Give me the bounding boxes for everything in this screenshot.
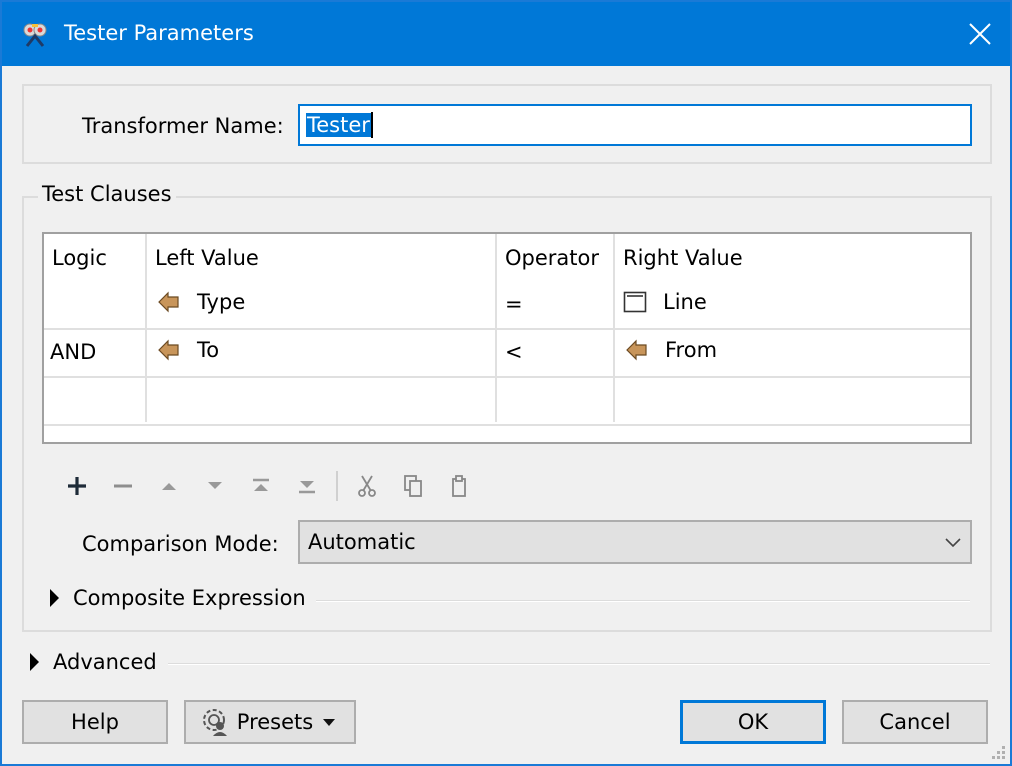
minus-icon xyxy=(114,484,132,488)
expand-triangle-icon xyxy=(30,653,39,671)
table-row-empty[interactable] xyxy=(44,378,970,424)
transformer-name-value: Tester xyxy=(306,113,371,137)
transformer-name-input[interactable]: Tester xyxy=(298,104,972,146)
section-divider xyxy=(168,663,990,665)
header-left-value[interactable]: Left Value xyxy=(155,246,259,270)
close-icon xyxy=(969,23,991,45)
move-to-bottom-icon xyxy=(299,481,315,494)
attribute-icon xyxy=(158,339,179,361)
copy-button[interactable] xyxy=(390,466,436,506)
dropdown-triangle-icon xyxy=(323,719,336,726)
comparison-mode-select[interactable]: Automatic xyxy=(298,520,972,564)
row-2-left-value[interactable]: To xyxy=(157,338,219,362)
row-2-left-text: To xyxy=(197,338,220,362)
row-2-right-text: From xyxy=(665,338,718,362)
add-row-button[interactable] xyxy=(54,466,100,506)
move-down-button[interactable] xyxy=(192,466,238,506)
presets-button-label: Presets xyxy=(236,710,314,734)
cancel-button[interactable]: Cancel xyxy=(842,700,988,744)
help-button[interactable]: Help xyxy=(22,700,168,744)
row-divider xyxy=(44,328,970,330)
ok-button[interactable]: OK xyxy=(680,700,826,744)
row-1-right-text: Line xyxy=(663,290,707,314)
transformer-name-label: Transformer Name: xyxy=(82,114,284,138)
row-1-left-text: Type xyxy=(197,290,246,314)
triangle-down-icon xyxy=(208,482,222,489)
title-bar: Tester Parameters xyxy=(2,2,1010,66)
remove-row-button[interactable] xyxy=(100,466,146,506)
close-button[interactable] xyxy=(950,2,1010,66)
ok-button-label: OK xyxy=(737,710,769,734)
attribute-icon xyxy=(158,291,179,313)
row-divider xyxy=(44,424,970,426)
transformer-name-panel: Transformer Name: Tester xyxy=(22,84,992,164)
test-clauses-title: Test Clauses xyxy=(38,182,176,206)
comparison-mode-label: Comparison Mode: xyxy=(82,532,279,556)
row-2-logic[interactable]: AND xyxy=(50,340,96,364)
toolbar-separator xyxy=(336,471,338,501)
copy-icon xyxy=(404,475,422,497)
advanced-label: Advanced xyxy=(53,650,157,674)
composite-expression-expander[interactable]: Composite Expression xyxy=(50,586,306,610)
cancel-button-label: Cancel xyxy=(879,710,951,734)
move-top-button[interactable] xyxy=(238,466,284,506)
tester-parameters-dialog: Tester Parameters Transformer Name: Test… xyxy=(0,0,1012,766)
presets-button[interactable]: Presets xyxy=(184,700,356,744)
constant-value-icon xyxy=(623,291,647,313)
advanced-expander[interactable]: Advanced xyxy=(30,650,157,674)
row-1-operator[interactable]: = xyxy=(505,292,523,316)
row-2-right-value[interactable]: From xyxy=(625,338,717,362)
presets-gear-icon xyxy=(202,709,227,736)
row-1-left-value[interactable]: Type xyxy=(157,290,245,314)
move-up-button[interactable] xyxy=(146,466,192,506)
scissors-icon xyxy=(358,475,376,497)
help-button-label: Help xyxy=(71,710,119,734)
clauses-toolbar xyxy=(54,466,482,506)
triangle-up-icon xyxy=(162,483,176,490)
row-2-operator[interactable]: < xyxy=(505,340,523,364)
test-clauses-group: Test Clauses Logic Left Value Operator R… xyxy=(22,182,992,632)
paste-button[interactable] xyxy=(436,466,482,506)
clipboard-icon xyxy=(452,475,466,497)
row-1-right-value[interactable]: Line xyxy=(623,290,707,314)
comparison-mode-value: Automatic xyxy=(308,530,416,554)
move-to-top-icon xyxy=(253,478,269,491)
tester-transformer-icon xyxy=(23,23,47,47)
composite-expression-label: Composite Expression xyxy=(73,586,306,610)
window-title: Tester Parameters xyxy=(64,21,254,45)
cut-button[interactable] xyxy=(344,466,390,506)
test-clauses-table[interactable]: Logic Left Value Operator Right Value Ty… xyxy=(42,232,972,444)
header-right-value[interactable]: Right Value xyxy=(623,246,743,270)
header-operator[interactable]: Operator xyxy=(505,246,599,270)
attribute-icon xyxy=(626,339,647,361)
text-caret xyxy=(370,112,373,138)
header-logic[interactable]: Logic xyxy=(52,246,107,270)
resize-grip-icon[interactable] xyxy=(990,744,1006,760)
move-bottom-button[interactable] xyxy=(284,466,330,506)
section-divider xyxy=(316,600,970,602)
chevron-down-icon xyxy=(945,538,961,548)
plus-icon xyxy=(68,477,86,495)
expand-triangle-icon xyxy=(50,589,59,607)
